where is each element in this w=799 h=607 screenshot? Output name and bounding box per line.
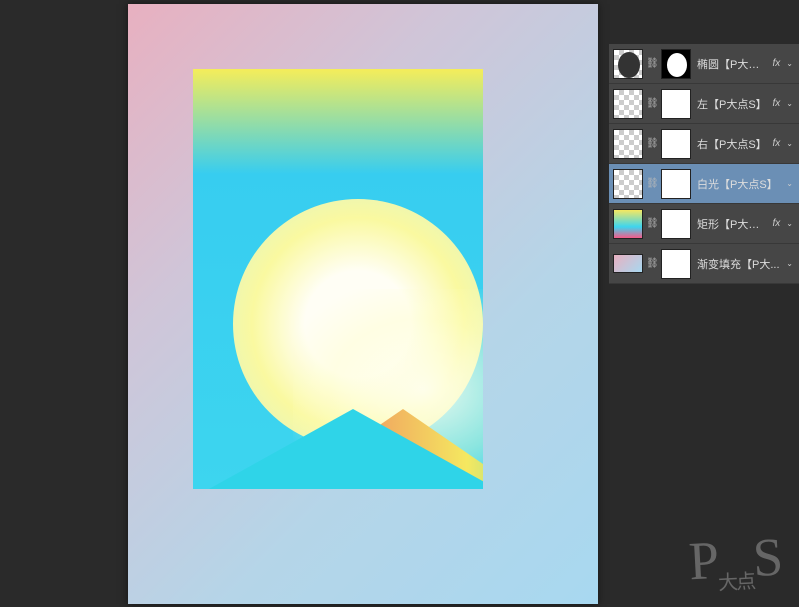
watermark: P大点S — [687, 526, 782, 598]
layer-mask-thumbnail[interactable] — [661, 129, 691, 159]
layer-mask-thumbnail[interactable] — [661, 89, 691, 119]
chevron-down-icon[interactable]: ⌄ — [784, 259, 795, 268]
link-icon[interactable]: ⛓ — [646, 98, 658, 109]
chevron-down-icon[interactable]: ⌄ — [784, 139, 795, 148]
layer-name-label[interactable]: 矩形【P大点S】 — [694, 216, 770, 232]
layer-row[interactable]: ⛓ 白光【P大点S】⌄ — [609, 164, 799, 204]
link-icon[interactable]: ⛓ — [646, 258, 658, 269]
fx-badge[interactable]: fx — [773, 218, 782, 229]
document-canvas[interactable] — [128, 4, 598, 604]
layer-mask-thumbnail[interactable] — [661, 249, 691, 279]
chevron-down-icon[interactable]: ⌄ — [784, 59, 795, 68]
layer-mask-thumbnail[interactable] — [661, 49, 691, 79]
layer-name-label[interactable]: 白光【P大点S】 — [694, 176, 781, 192]
left-triangle — [193, 409, 483, 489]
layer-mask-thumbnail[interactable] — [661, 209, 691, 239]
layer-row[interactable]: ⛓ 左【P大点S】fx⌄ — [609, 84, 799, 124]
fx-badge[interactable]: fx — [773, 98, 782, 109]
link-icon[interactable]: ⛓ — [646, 218, 658, 229]
chevron-down-icon[interactable]: ⌄ — [784, 179, 795, 188]
layer-thumbnail[interactable] — [613, 209, 643, 239]
fx-badge[interactable]: fx — [773, 58, 782, 69]
link-icon[interactable]: ⛓ — [646, 138, 658, 149]
layer-row[interactable]: ⛓ 右【P大点S】fx⌄ — [609, 124, 799, 164]
layer-thumbnail[interactable] — [613, 254, 643, 273]
layer-thumbnail[interactable] — [613, 169, 643, 199]
layer-thumbnail[interactable] — [613, 129, 643, 159]
chevron-down-icon[interactable]: ⌄ — [784, 99, 795, 108]
layer-row[interactable]: ⛓ 椭圆【P大点S...fx⌄ — [609, 44, 799, 84]
chevron-down-icon[interactable]: ⌄ — [784, 219, 795, 228]
layer-name-label[interactable]: 椭圆【P大点S... — [694, 56, 770, 72]
link-icon[interactable]: ⛓ — [646, 58, 658, 69]
layer-name-label[interactable]: 左【P大点S】 — [694, 96, 770, 112]
layer-name-label[interactable]: 渐变填充【P大... — [694, 256, 781, 272]
fx-badge[interactable]: fx — [773, 138, 782, 149]
layer-mask-thumbnail[interactable] — [661, 169, 691, 199]
layer-row[interactable]: ⛓ 矩形【P大点S】fx⌄ — [609, 204, 799, 244]
layers-panel[interactable]: ⛓椭圆【P大点S...fx⌄⛓左【P大点S】fx⌄⛓右【P大点S】fx⌄⛓白光【… — [609, 44, 799, 284]
layer-name-label[interactable]: 右【P大点S】 — [694, 136, 770, 152]
layer-thumbnail[interactable] — [613, 89, 643, 119]
layer-row[interactable]: ⛓ 渐变填充【P大...⌄ — [609, 244, 799, 284]
artwork — [193, 69, 483, 489]
layer-thumbnail[interactable] — [613, 49, 643, 79]
link-icon[interactable]: ⛓ — [646, 178, 658, 189]
